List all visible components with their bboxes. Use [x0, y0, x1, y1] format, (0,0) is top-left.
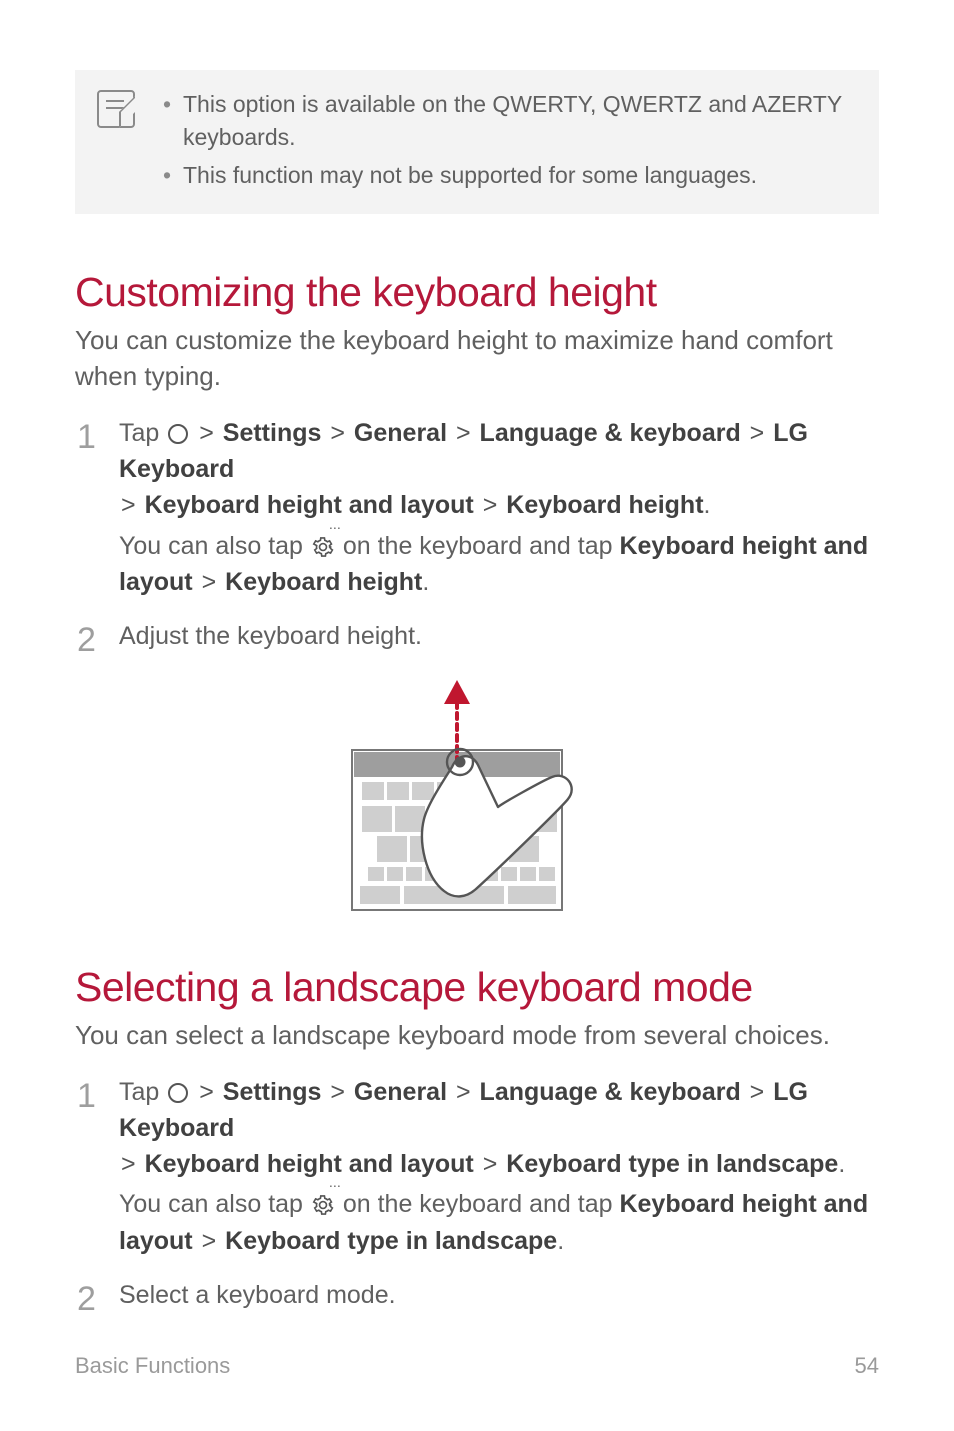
- period: .: [704, 491, 711, 519]
- sep-icon: >: [200, 568, 219, 596]
- step-1: Tap > Settings > General > Language & ke…: [75, 1074, 879, 1259]
- keyboard-height-illustration: [75, 672, 879, 922]
- nav-kbd-height-layout: Keyboard height and layout: [145, 1150, 474, 1178]
- nav-kbd-height-and: Keyboard height and: [619, 1190, 868, 1218]
- section-intro: You can customize the keyboard height to…: [75, 322, 879, 395]
- also-tap-prefix: You can also tap: [119, 532, 310, 560]
- section-intro: You can select a landscape keyboard mode…: [75, 1017, 879, 1053]
- nav-layout: layout: [119, 1227, 193, 1255]
- note-list: This option is available on the QWERTY, …: [163, 88, 857, 196]
- section-heading-customize-height: Customizing the keyboard height: [75, 269, 879, 316]
- nav-general: General: [354, 1078, 447, 1106]
- note-item: This function may not be supported for s…: [163, 159, 857, 192]
- note-icon: [97, 90, 135, 128]
- nav-settings: Settings: [223, 419, 322, 447]
- sep-icon: >: [328, 419, 347, 447]
- nav-kbd-type-landscape: Keyboard type in landscape: [225, 1227, 557, 1255]
- sep-icon: >: [481, 1150, 500, 1178]
- nav-layout: layout: [119, 568, 193, 596]
- nav-kbd-height-layout: Keyboard height and layout: [145, 491, 474, 519]
- sep-icon: >: [748, 419, 767, 447]
- nav-kbd-height: Keyboard height: [506, 491, 703, 519]
- footer-section: Basic Functions: [75, 1353, 230, 1379]
- nav-kbd-height-and: Keyboard height and: [619, 532, 868, 560]
- tap-label: Tap: [119, 1078, 166, 1106]
- tap-label: Tap: [119, 419, 166, 447]
- note-icon-wrap: [97, 88, 141, 196]
- nav-lang-kbd: Language & keyboard: [480, 419, 741, 447]
- home-circle-icon: [168, 424, 188, 444]
- period: .: [422, 568, 429, 596]
- step-2: Adjust the keyboard height.: [75, 618, 879, 654]
- sep-icon: >: [197, 1078, 216, 1106]
- sep-icon: >: [454, 419, 473, 447]
- step-1: Tap > Settings > General > Language & ke…: [75, 415, 879, 600]
- sep-icon: >: [197, 419, 216, 447]
- nav-lang-kbd: Language & keyboard: [480, 1078, 741, 1106]
- also-tap-prefix: You can also tap: [119, 1190, 310, 1218]
- section-heading-landscape-mode: Selecting a landscape keyboard mode: [75, 964, 879, 1011]
- nav-settings: Settings: [223, 1078, 322, 1106]
- home-circle-icon: [168, 1083, 188, 1103]
- sep-icon: >: [119, 491, 138, 519]
- gear-icon: [312, 1190, 334, 1212]
- sep-icon: >: [481, 491, 500, 519]
- sep-icon: >: [328, 1078, 347, 1106]
- period: .: [557, 1227, 564, 1255]
- nav-general: General: [354, 419, 447, 447]
- steps-customize-height: Tap > Settings > General > Language & ke…: [75, 415, 879, 655]
- note-item: This option is available on the QWERTY, …: [163, 88, 857, 155]
- sep-icon: >: [200, 1227, 219, 1255]
- step-sub: You can also tap on the keyboard and tap…: [119, 528, 879, 601]
- gear-icon: [312, 532, 334, 554]
- sep-icon: >: [454, 1078, 473, 1106]
- sep-icon: >: [748, 1078, 767, 1106]
- page-footer: Basic Functions 54: [75, 1353, 879, 1379]
- footer-page-number: 54: [855, 1353, 879, 1379]
- note-box: This option is available on the QWERTY, …: [75, 70, 879, 214]
- step-2: Select a keyboard mode.: [75, 1277, 879, 1313]
- nav-kbd-type-landscape: Keyboard type in landscape: [506, 1150, 838, 1178]
- also-tap-mid: on the keyboard and tap: [336, 532, 620, 560]
- step-sub: You can also tap on the keyboard and tap…: [119, 1186, 879, 1259]
- steps-landscape-mode: Tap > Settings > General > Language & ke…: [75, 1074, 879, 1314]
- nav-kbd-height: Keyboard height: [225, 568, 422, 596]
- sep-icon: >: [119, 1150, 138, 1178]
- also-tap-mid: on the keyboard and tap: [336, 1190, 620, 1218]
- period: .: [838, 1150, 845, 1178]
